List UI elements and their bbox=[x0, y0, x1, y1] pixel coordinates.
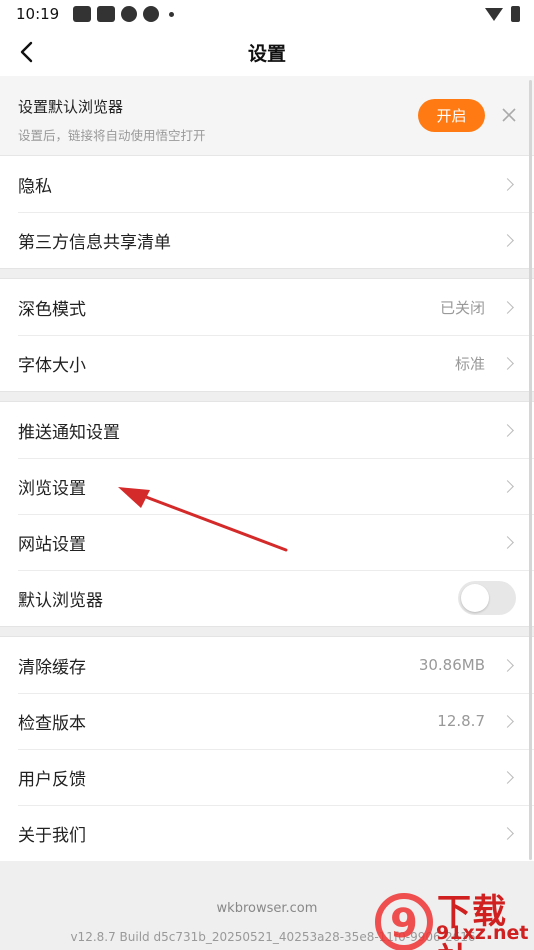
chevron-right-icon bbox=[501, 177, 514, 191]
row-label: 网站设置 bbox=[18, 534, 86, 555]
page-title: 设置 bbox=[247, 42, 286, 65]
back-arrow-icon[interactable] bbox=[16, 40, 38, 64]
chevron-right-icon bbox=[501, 356, 514, 370]
app-notification-icon bbox=[97, 6, 116, 22]
chevron-right-icon bbox=[501, 770, 514, 784]
settings-group-misc: 清除缓存 30.86MB 检查版本 12.8.7 用户反馈 关于我们 bbox=[0, 637, 534, 861]
row-label: 第三方信息共享清单 bbox=[18, 232, 171, 253]
settings-group-privacy: 隐私 第三方信息共享清单 bbox=[0, 156, 534, 268]
chevron-right-icon bbox=[501, 658, 514, 672]
row-value: 标准 bbox=[454, 354, 485, 373]
more-notifications-icon bbox=[169, 11, 175, 17]
settings-group-display: 深色模式 已关闭 字体大小 标准 bbox=[0, 279, 534, 391]
aperture-icon bbox=[121, 6, 138, 22]
aperture-icon bbox=[143, 6, 160, 22]
row-label: 深色模式 bbox=[18, 299, 86, 320]
row-push-notifications[interactable]: 推送通知设置 bbox=[0, 402, 534, 458]
row-label: 检查版本 bbox=[18, 713, 86, 734]
row-third-party-list[interactable]: 第三方信息共享清单 bbox=[0, 212, 534, 268]
close-icon[interactable] bbox=[500, 106, 518, 124]
row-value: 12.8.7 bbox=[437, 712, 485, 730]
toggle-knob bbox=[461, 584, 489, 612]
row-label: 清除缓存 bbox=[18, 657, 86, 678]
app-notification-icon bbox=[73, 6, 92, 22]
scrollbar[interactable] bbox=[529, 80, 532, 860]
row-clear-cache[interactable]: 清除缓存 30.86MB bbox=[0, 637, 534, 693]
row-about[interactable]: 关于我们 bbox=[0, 805, 534, 861]
chevron-right-icon bbox=[501, 479, 514, 493]
row-value: 30.86MB bbox=[418, 656, 485, 674]
row-value: 已关闭 bbox=[439, 298, 485, 317]
chevron-right-icon bbox=[501, 423, 514, 437]
chevron-right-icon bbox=[501, 233, 514, 247]
status-bar: 10:19 bbox=[0, 0, 534, 28]
row-label: 关于我们 bbox=[18, 825, 86, 846]
section-divider bbox=[0, 391, 534, 402]
settings-group-browsing: 推送通知设置 浏览设置 网站设置 默认浏览器 bbox=[0, 402, 534, 626]
enable-button[interactable]: 开启 bbox=[418, 99, 485, 132]
row-label: 浏览设置 bbox=[18, 478, 86, 499]
row-default-browser: 默认浏览器 bbox=[0, 570, 534, 626]
row-privacy[interactable]: 隐私 bbox=[0, 156, 534, 212]
row-feedback[interactable]: 用户反馈 bbox=[0, 749, 534, 805]
row-browse-settings[interactable]: 浏览设置 bbox=[0, 458, 534, 514]
row-label: 默认浏览器 bbox=[18, 590, 103, 611]
wifi-icon bbox=[485, 7, 503, 21]
row-label: 推送通知设置 bbox=[18, 422, 120, 443]
row-site-settings[interactable]: 网站设置 bbox=[0, 514, 534, 570]
row-label: 隐私 bbox=[18, 176, 52, 197]
battery-icon bbox=[511, 6, 520, 22]
notification-icons bbox=[73, 6, 175, 22]
section-divider bbox=[0, 626, 534, 637]
chevron-right-icon bbox=[501, 535, 514, 549]
row-label: 字体大小 bbox=[18, 355, 86, 376]
watermark-logo-text: 9 bbox=[390, 901, 418, 947]
section-divider bbox=[0, 268, 534, 279]
status-time: 10:19 bbox=[16, 5, 60, 23]
default-browser-banner: 设置默认浏览器 设置后，链接将自动使用悟空打开 开启 bbox=[0, 76, 534, 156]
row-check-version[interactable]: 检查版本 12.8.7 bbox=[0, 693, 534, 749]
chevron-right-icon bbox=[501, 714, 514, 728]
row-font-size[interactable]: 字体大小 标准 bbox=[0, 335, 534, 391]
chevron-right-icon bbox=[501, 826, 514, 840]
row-label: 用户反馈 bbox=[18, 769, 86, 790]
default-browser-toggle[interactable] bbox=[458, 581, 516, 615]
row-dark-mode[interactable]: 深色模式 已关闭 bbox=[0, 279, 534, 335]
watermark-url: 91xz.net bbox=[436, 922, 529, 944]
chevron-right-icon bbox=[501, 300, 514, 314]
top-bar: 设置 bbox=[0, 28, 534, 76]
